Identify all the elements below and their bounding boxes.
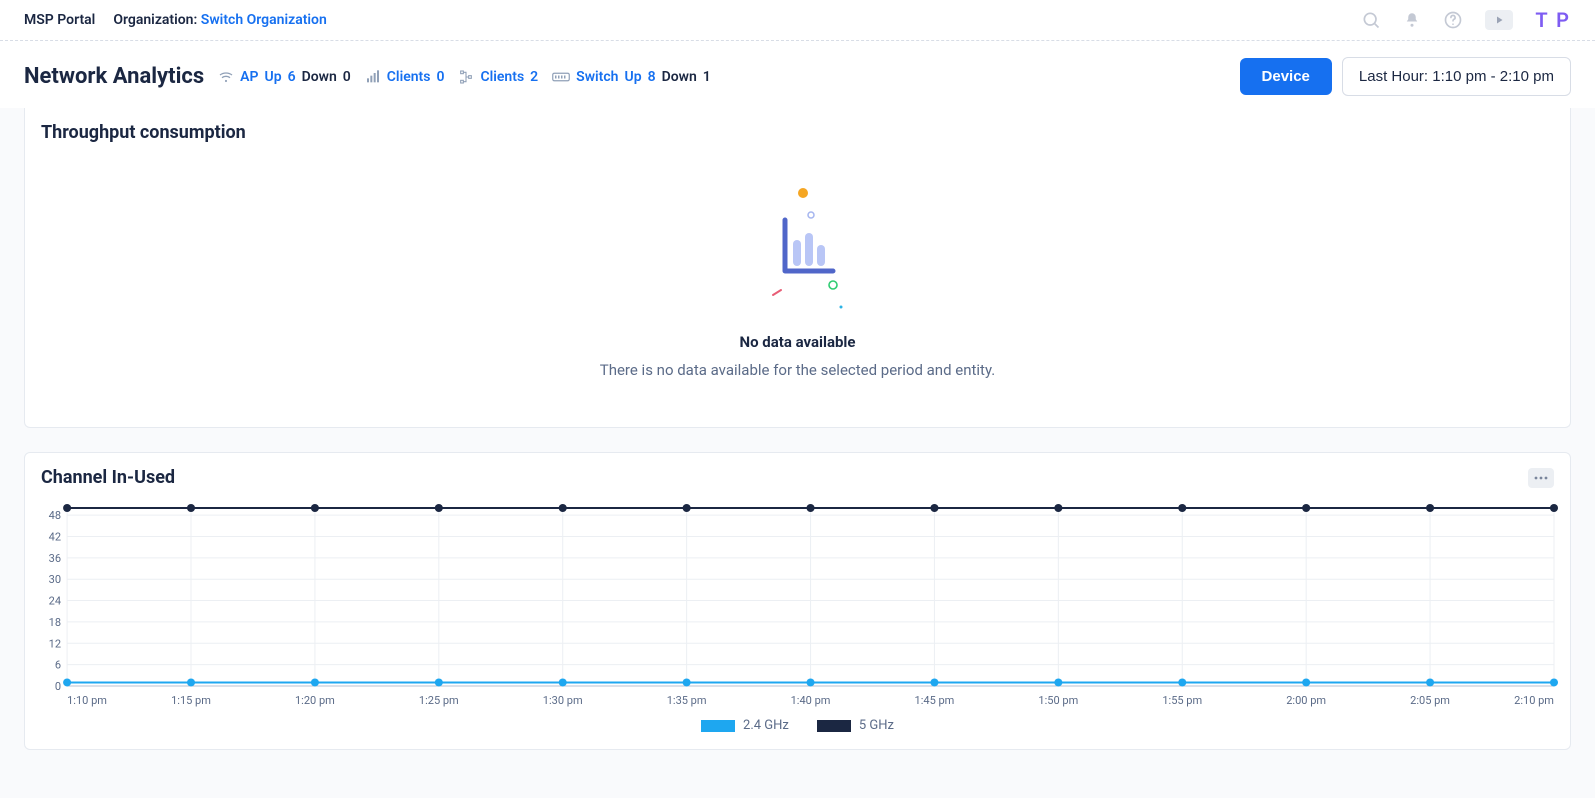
signal-icon: [365, 69, 381, 85]
search-icon[interactable]: [1361, 10, 1381, 30]
time-range-button[interactable]: Last Hour: 1:10 pm - 2:10 pm: [1342, 57, 1571, 96]
top-left-group: MSP Portal Organization: Switch Organiza…: [24, 12, 327, 28]
switch-icon: [552, 70, 570, 84]
legend-swatch-5ghz: [817, 720, 851, 732]
svg-text:18: 18: [49, 616, 61, 629]
throughput-empty-state: No data available There is no data avail…: [25, 149, 1570, 427]
ap-stat-group[interactable]: AP Up 6 Down 0: [218, 69, 351, 85]
top-right-group: T P: [1361, 8, 1571, 32]
switch-down-label: Down: [662, 69, 697, 85]
empty-subtext: There is no data available for the selec…: [600, 361, 995, 379]
sub-header-left: Network Analytics AP Up 6 Down 0 Clients…: [24, 64, 711, 89]
channel-chart: 0 6 12 18 24 30 36 42 48 1:10 pm 1:15 pm 1:20 pm 1:2…: [25, 494, 1570, 749]
ap-down-label: Down: [302, 69, 337, 85]
svg-text:2:00 pm: 2:00 pm: [1286, 694, 1326, 707]
svg-text:1:10 pm: 1:10 pm: [67, 694, 107, 707]
svg-text:1:30 pm: 1:30 pm: [543, 694, 583, 707]
channel-panel: Channel In-Used 0 6 12 18 24 30 36 42 48 1:10 pm 1…: [24, 452, 1571, 750]
svg-text:24: 24: [49, 595, 61, 608]
switch-up-label: Up: [625, 69, 642, 85]
legend-item-24ghz[interactable]: 2.4 GHz: [701, 718, 789, 733]
ap-up-label: Up: [265, 69, 282, 85]
page-title: Network Analytics: [24, 64, 204, 89]
svg-text:2:05 pm: 2:05 pm: [1410, 694, 1450, 707]
legend-label-5ghz: 5 GHz: [859, 718, 894, 733]
svg-text:2:10 pm: 2:10 pm: [1514, 694, 1554, 707]
svg-text:0: 0: [55, 680, 61, 693]
organization-label: Organization:: [113, 12, 197, 28]
svg-text:6: 6: [55, 659, 61, 672]
switch-down-value: 1: [703, 69, 711, 85]
clients-stat-group-1[interactable]: Clients 0: [365, 69, 445, 85]
wifi-icon: [218, 69, 234, 85]
help-icon[interactable]: [1443, 10, 1463, 30]
ap-down-value: 0: [343, 69, 351, 85]
channel-panel-header: Channel In-Used: [25, 453, 1570, 494]
clients2-value: 2: [530, 69, 538, 85]
switch-stat-group[interactable]: Switch Up 8 Down 1: [552, 69, 711, 85]
organization-label-group: Organization: Switch Organization: [113, 12, 326, 28]
svg-text:1:20 pm: 1:20 pm: [295, 694, 335, 707]
switch-label: Switch: [576, 69, 618, 85]
svg-text:12: 12: [49, 637, 61, 650]
legend-label-24ghz: 2.4 GHz: [743, 718, 789, 733]
channel-chart-svg: 0 6 12 18 24 30 36 42 48 1:10 pm 1:15 pm 1:20 pm 1:2…: [35, 502, 1560, 712]
svg-text:1:55 pm: 1:55 pm: [1162, 694, 1202, 707]
svg-text:1:45 pm: 1:45 pm: [915, 694, 955, 707]
svg-text:42: 42: [49, 530, 61, 543]
clients1-label: Clients: [387, 69, 431, 85]
clients1-value: 0: [436, 69, 444, 85]
msp-portal-link[interactable]: MSP Portal: [24, 12, 95, 28]
top-header: MSP Portal Organization: Switch Organiza…: [0, 0, 1595, 41]
svg-text:1:50 pm: 1:50 pm: [1038, 694, 1078, 707]
throughput-panel-title: Throughput consumption: [25, 108, 1570, 149]
svg-text:30: 30: [49, 573, 61, 586]
topology-icon: [458, 69, 474, 85]
switch-organization-link[interactable]: Switch Organization: [201, 12, 327, 28]
legend-item-5ghz[interactable]: 5 GHz: [817, 718, 894, 733]
ap-label: AP: [240, 69, 258, 85]
throughput-panel: Throughput consumption No data available…: [24, 108, 1571, 428]
legend-swatch-24ghz: [701, 720, 735, 732]
panel-menu-button[interactable]: [1528, 468, 1554, 488]
sub-header-right: Device Last Hour: 1:10 pm - 2:10 pm: [1240, 57, 1571, 96]
svg-text:1:35 pm: 1:35 pm: [667, 694, 707, 707]
svg-text:1:25 pm: 1:25 pm: [419, 694, 459, 707]
empty-illustration: [753, 185, 843, 315]
svg-text:48: 48: [49, 509, 61, 522]
device-button[interactable]: Device: [1240, 58, 1332, 95]
empty-title: No data available: [740, 333, 856, 351]
ap-up-value: 6: [288, 69, 296, 85]
chart-legend: 2.4 GHz 5 GHz: [35, 718, 1560, 733]
svg-text:1:15 pm: 1:15 pm: [171, 694, 211, 707]
svg-text:36: 36: [49, 552, 61, 565]
panels-container: Throughput consumption No data available…: [0, 108, 1595, 798]
switch-up-value: 8: [648, 69, 656, 85]
video-icon[interactable]: [1485, 10, 1513, 30]
channel-panel-title: Channel In-Used: [41, 467, 175, 488]
bell-icon[interactable]: [1403, 11, 1421, 29]
clients2-label: Clients: [480, 69, 524, 85]
sub-header: Network Analytics AP Up 6 Down 0 Clients…: [0, 41, 1595, 108]
clients-stat-group-2[interactable]: Clients 2: [458, 69, 538, 85]
user-avatar[interactable]: T P: [1535, 8, 1571, 32]
svg-text:1:40 pm: 1:40 pm: [791, 694, 831, 707]
